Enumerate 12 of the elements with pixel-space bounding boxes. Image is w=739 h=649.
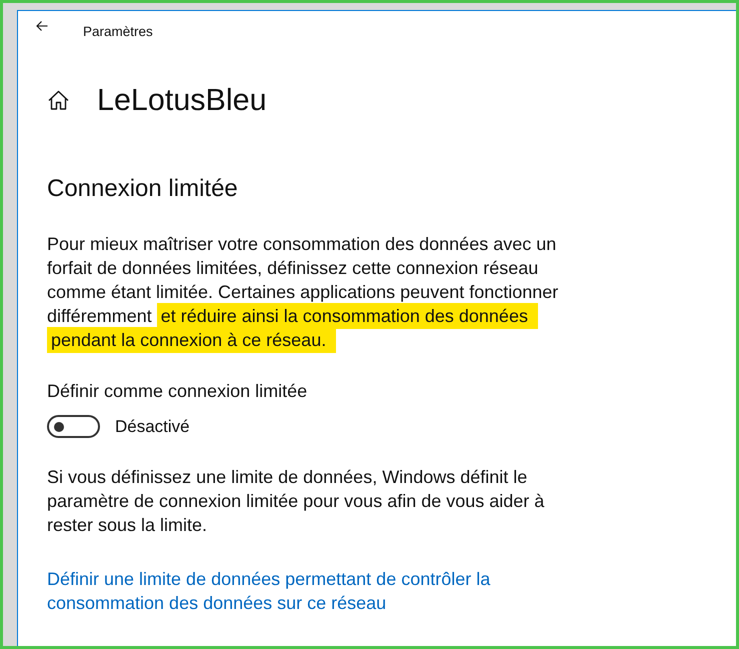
description-text: Pour mieux maîtriser votre consommation des données avec un forfait de données limitées, définissez cette connexion réseau comme étant limitée. Certaines applications peuvent fonctionner différemment et réduire ainsi la consommation des données pendant la connexion à ce réseau. [47,232,567,352]
toggle-state-text: Désactivé [115,416,190,436]
info-text: Si vous définissez une limite de données, Windows définit le paramètre de connexion limitée pour vous afin de vous aider à rester sous la limite. [47,466,546,537]
toggle-label: Définir comme connexion limitée [47,380,308,402]
section-heading: Connexion limitée [47,175,239,203]
toggle-switch[interactable] [47,415,100,438]
window-title: Paramètres [83,24,153,39]
home-icon [48,90,69,110]
back-arrow-icon [36,21,48,31]
data-limit-link[interactable]: Définir une limite de données permettant de contrôler la consommation des données sur ce réseau [47,567,547,615]
back-button[interactable] [36,21,48,31]
page-title: LeLotusBleu [97,82,267,118]
